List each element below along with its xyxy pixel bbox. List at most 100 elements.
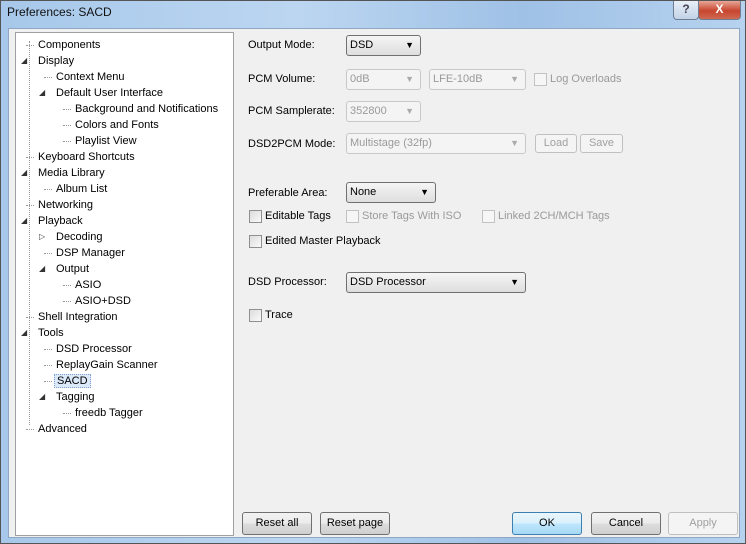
tree-connector — [44, 189, 52, 190]
tree-item[interactable]: Networking — [26, 197, 95, 213]
expand-icon[interactable]: ▷ — [39, 229, 45, 245]
tree-item[interactable]: SACD — [44, 373, 91, 389]
preferences-window: Preferences: SACD ? X Components ◢ Display… — [0, 0, 746, 544]
tree-item-label: DSD Processor — [56, 343, 132, 355]
tree-item[interactable]: Advanced — [26, 421, 89, 437]
tree-item-label: DSP Manager — [56, 247, 125, 259]
tree-connector — [63, 413, 71, 414]
tree-item[interactable]: Context Menu — [44, 69, 126, 85]
close-button[interactable]: X — [698, 1, 741, 20]
tree-item[interactable]: ◢ Display — [21, 53, 76, 69]
dsd2pcm-mode-label: DSD2PCM Mode: — [248, 138, 336, 150]
collapse-icon[interactable]: ◢ — [21, 325, 27, 341]
dsd-processor-value: DSD Processor — [350, 276, 426, 288]
tree-item-label: Networking — [38, 199, 94, 211]
dsd-processor-label: DSD Processor: — [248, 276, 327, 288]
editable-tags-label: Editable Tags — [265, 210, 331, 222]
tree-item-label: Advanced — [38, 423, 87, 435]
preferences-tree[interactable]: Components ◢ Display Context Menu ◢ Default U… — [15, 32, 234, 536]
tree-item[interactable]: freedb Tagger — [63, 405, 145, 421]
tree-item[interactable]: ◢ Tools — [21, 325, 66, 341]
pcm-volume-value: 0dB — [350, 73, 370, 85]
tree-item-label: ASIO+DSD — [75, 295, 131, 307]
tree-connector — [26, 429, 34, 430]
pcm-volume-label: PCM Volume: — [248, 73, 316, 85]
checkbox-box — [249, 209, 262, 223]
cancel-button[interactable]: Cancel — [591, 512, 661, 535]
tree-connector — [26, 205, 34, 206]
ok-button[interactable]: OK — [512, 512, 582, 535]
save-button[interactable]: Save — [580, 134, 623, 153]
reset-page-button[interactable]: Reset page — [320, 512, 390, 535]
linked-tags-checkbox[interactable]: Linked 2CH/MCH Tags — [482, 209, 610, 225]
chevron-down-icon: ▼ — [420, 187, 429, 197]
store-tags-iso-checkbox[interactable]: Store Tags With ISO — [346, 209, 461, 225]
tree-item[interactable]: Playlist View — [63, 133, 139, 149]
tree-item[interactable]: ◢ Media Library — [21, 165, 107, 181]
trace-checkbox[interactable]: Trace — [249, 308, 293, 324]
tree-item-label: Keyboard Shortcuts — [38, 151, 135, 163]
checkbox-box — [249, 308, 262, 322]
linked-tags-label: Linked 2CH/MCH Tags — [498, 210, 610, 222]
tree-item[interactable]: Background and Notifications — [63, 101, 220, 117]
tree-item[interactable]: ▷ Decoding — [39, 229, 104, 245]
preferable-area-value: None — [350, 186, 377, 198]
help-button[interactable]: ? — [673, 1, 699, 20]
tree-connector — [44, 381, 52, 382]
lfe-value: LFE-10dB — [433, 73, 483, 85]
collapse-icon[interactable]: ◢ — [39, 261, 45, 277]
tree-connector — [63, 109, 71, 110]
chevron-down-icon: ▼ — [405, 74, 414, 84]
tree-item-label: Default User Interface — [56, 87, 163, 99]
tree-connector — [63, 125, 71, 126]
lfe-select[interactable]: LFE-10dB ▼ — [429, 69, 526, 90]
dsd2pcm-mode-select[interactable]: Multistage (32fp) ▼ — [346, 133, 526, 154]
output-mode-label: Output Mode: — [248, 39, 315, 51]
tree-item[interactable]: ◢ Playback — [21, 213, 85, 229]
pcm-samplerate-select[interactable]: 352800 ▼ — [346, 101, 421, 122]
collapse-icon[interactable]: ◢ — [39, 389, 45, 405]
tree-item[interactable]: ASIO+DSD — [63, 293, 133, 309]
reset-all-button[interactable]: Reset all — [242, 512, 312, 535]
collapse-icon[interactable]: ◢ — [39, 85, 45, 101]
tree-connector — [44, 77, 52, 78]
collapse-icon[interactable]: ◢ — [21, 213, 27, 229]
collapse-icon[interactable]: ◢ — [21, 53, 27, 69]
preferable-area-select[interactable]: None ▼ — [346, 182, 436, 203]
checkbox-box — [346, 209, 359, 223]
tree-item[interactable]: ◢ Output — [39, 261, 91, 277]
dsd-processor-select[interactable]: DSD Processor ▼ — [346, 272, 526, 293]
tree-item[interactable]: ASIO — [63, 277, 103, 293]
editable-tags-checkbox[interactable]: Editable Tags — [249, 209, 331, 225]
checkbox-box — [482, 209, 495, 223]
load-button[interactable]: Load — [535, 134, 577, 153]
tree-item-label: SACD — [54, 374, 91, 388]
chevron-down-icon: ▼ — [510, 74, 519, 84]
apply-button[interactable]: Apply — [668, 512, 738, 535]
tree-item[interactable]: Keyboard Shortcuts — [26, 149, 137, 165]
tree-item[interactable]: DSD Processor — [44, 341, 134, 357]
output-mode-select[interactable]: DSD ▼ — [346, 35, 421, 56]
tree-item[interactable]: ◢ Default User Interface — [39, 85, 165, 101]
chevron-down-icon: ▼ — [405, 40, 414, 50]
log-overloads-checkbox[interactable]: Log Overloads — [534, 72, 622, 88]
tree-item[interactable]: ◢ Tagging — [39, 389, 97, 405]
tree-item[interactable]: Colors and Fonts — [63, 117, 161, 133]
tree-item[interactable]: ReplayGain Scanner — [44, 357, 160, 373]
tree-item[interactable]: Shell Integration — [26, 309, 120, 325]
chevron-down-icon: ▼ — [510, 138, 519, 148]
tree-connector — [44, 365, 52, 366]
tree-item[interactable]: Components — [26, 37, 102, 53]
store-tags-iso-label: Store Tags With ISO — [362, 210, 462, 222]
tree-connector — [26, 317, 34, 318]
edited-master-label: Edited Master Playback — [265, 235, 381, 247]
tree-guide-line — [29, 41, 30, 425]
tree-item-label: Components — [38, 39, 101, 51]
edited-master-checkbox[interactable]: Edited Master Playback — [249, 234, 381, 250]
pcm-samplerate-label: PCM Samplerate: — [248, 105, 335, 117]
tree-item[interactable]: DSP Manager — [44, 245, 127, 261]
tree-item[interactable]: Album List — [44, 181, 109, 197]
tree-item-label: Background and Notifications — [75, 103, 219, 115]
pcm-volume-select[interactable]: 0dB ▼ — [346, 69, 421, 90]
collapse-icon[interactable]: ◢ — [21, 165, 27, 181]
